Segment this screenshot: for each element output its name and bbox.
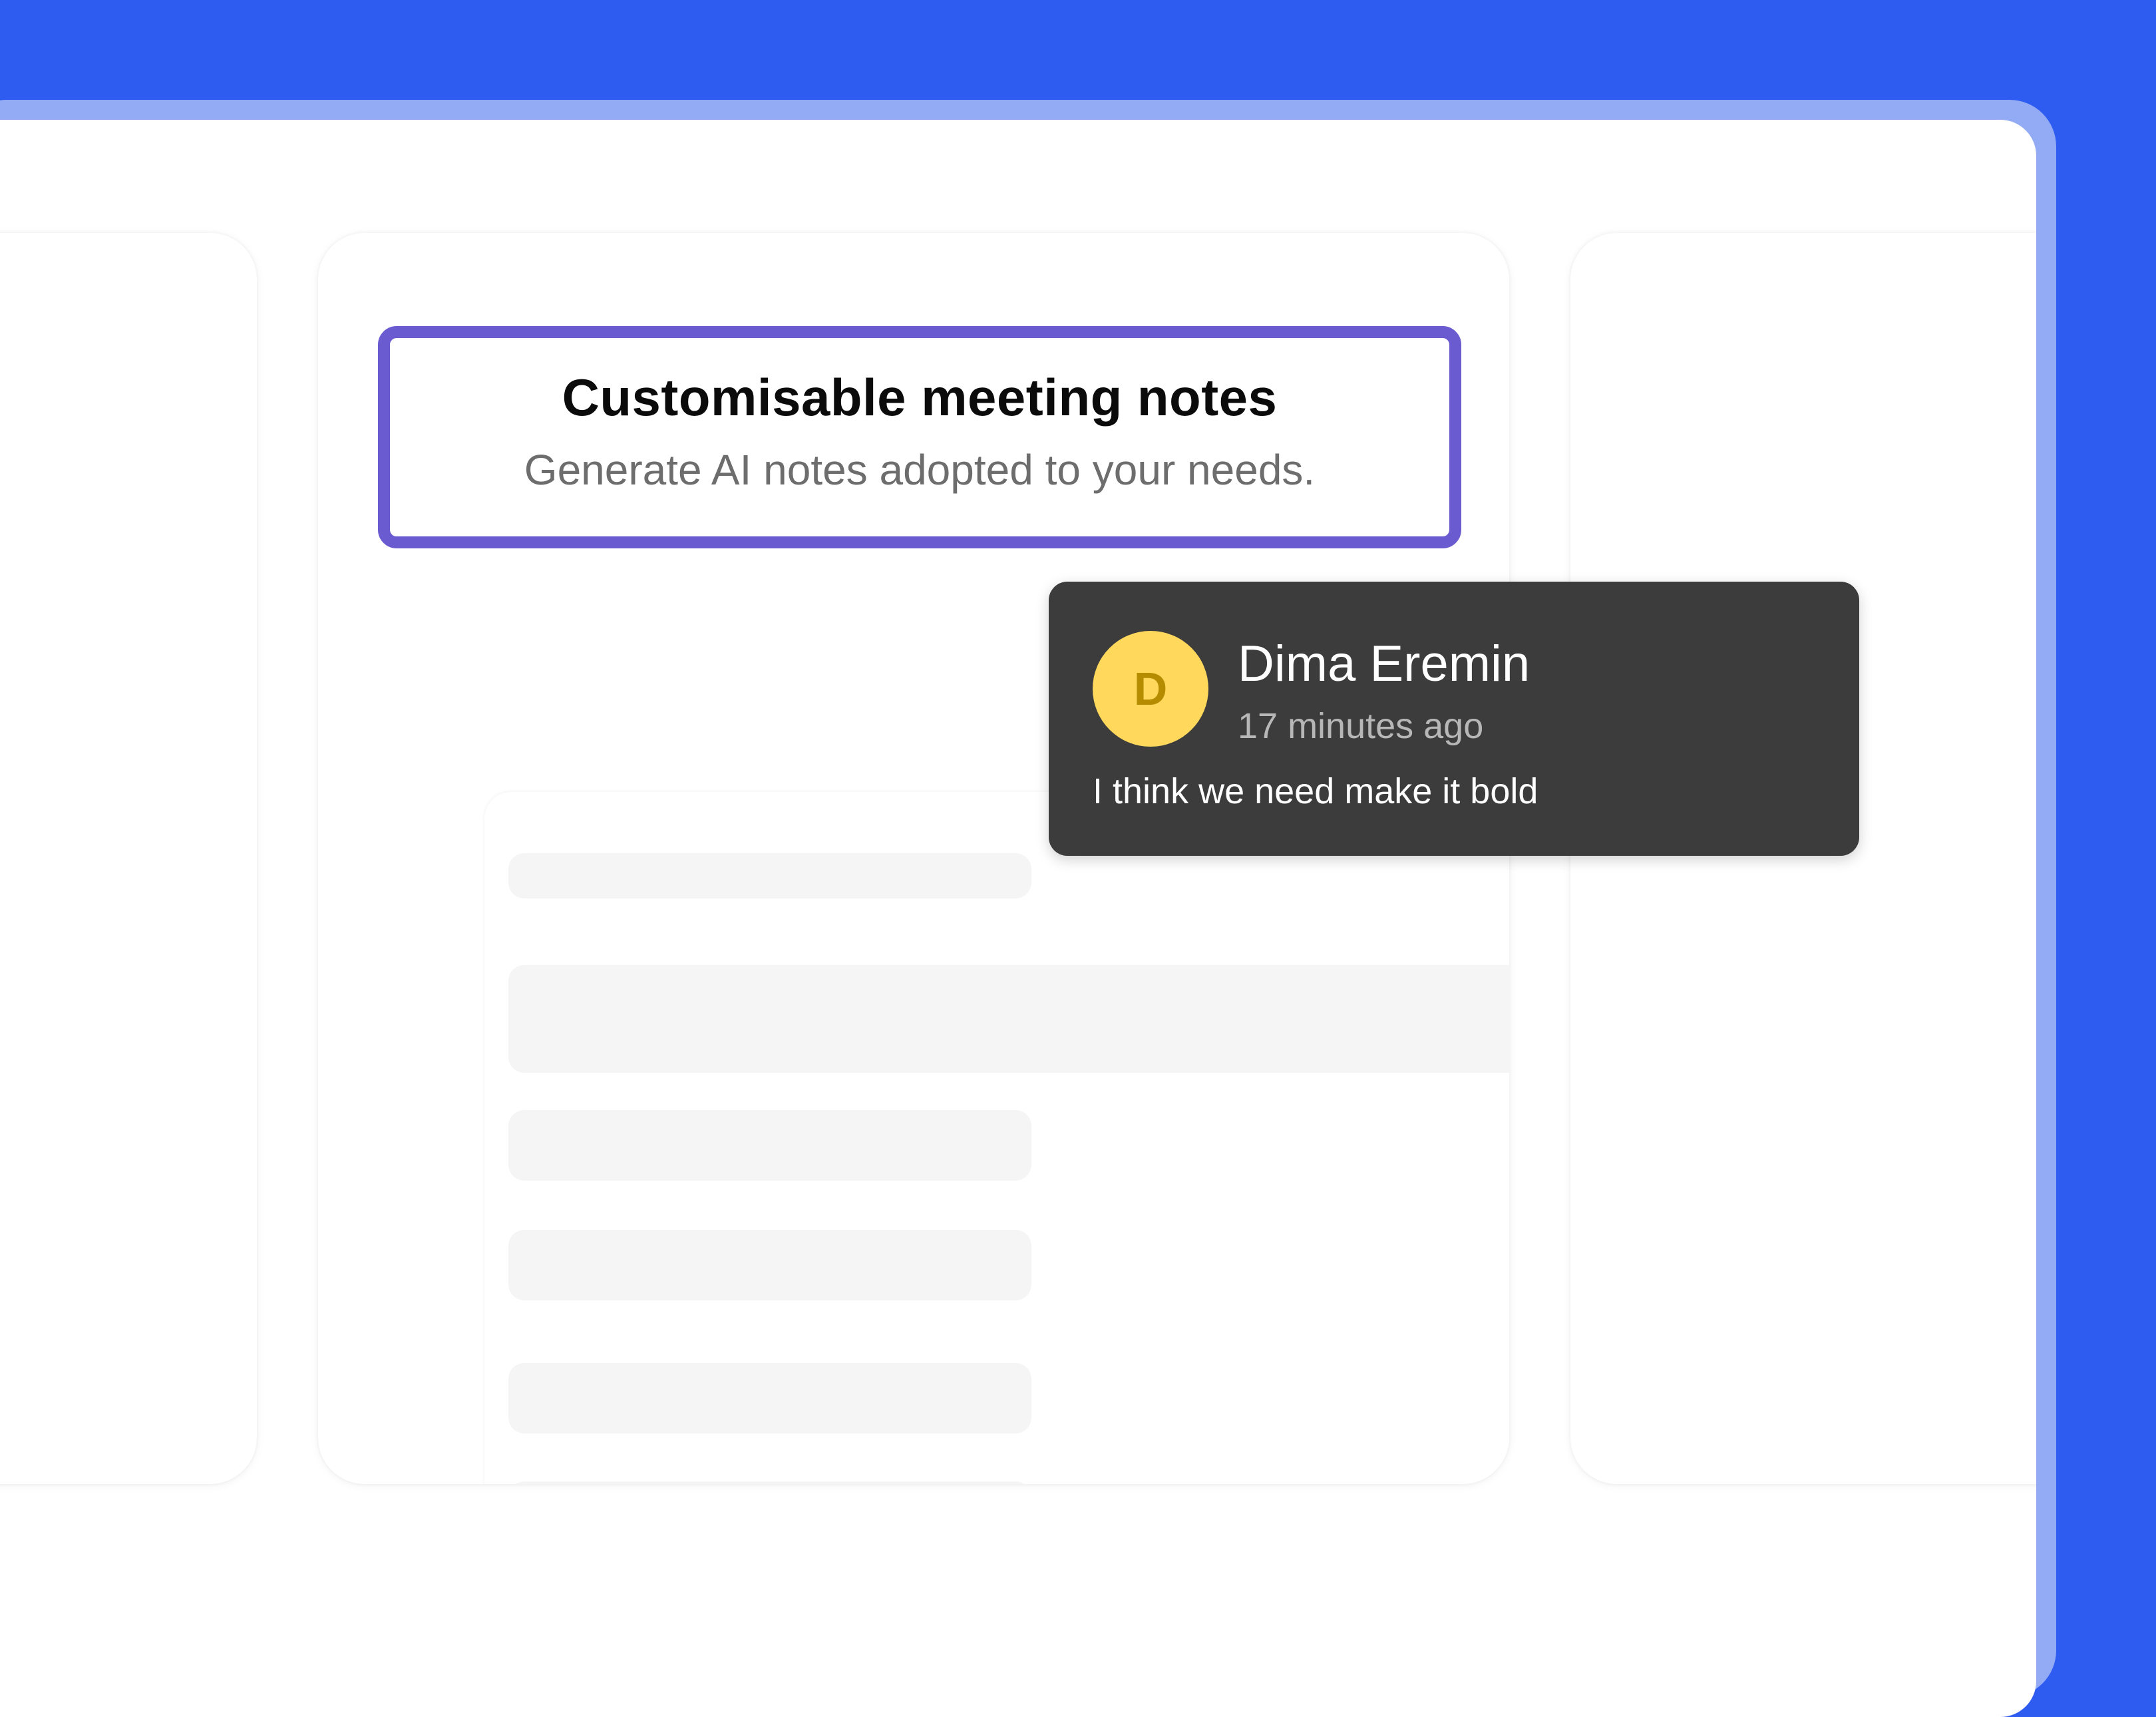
feature-highlight-box[interactable]: Customisable meeting notes Generate AI n… [378,326,1461,548]
skeleton-line [508,853,1031,898]
feature-subtitle: Generate AI notes adopted to your needs. [524,446,1316,494]
comment-timestamp: 17 minutes ago [1238,706,1484,746]
comment-author: Dima Eremin [1238,636,1530,692]
skeleton-block [508,965,1509,1073]
document-preview [484,792,1509,1484]
comment-text: I think we need make it bold [1093,771,1538,811]
skeleton-line [508,1481,1031,1484]
app-window: Customisable meeting notes Generate AI n… [0,120,2036,1717]
carousel-card-center[interactable]: Customisable meeting notes Generate AI n… [318,233,1509,1484]
carousel-card-right[interactable] [1570,233,2036,1484]
feature-title: Customisable meeting notes [562,368,1278,427]
skeleton-line [508,1230,1031,1300]
skeleton-line [508,1363,1031,1433]
comment-popover: D Dima Eremin 17 minutes ago I think we … [1049,582,1859,856]
skeleton-line [508,1110,1031,1181]
carousel-card-left[interactable] [0,233,257,1484]
avatar: D [1093,631,1208,747]
